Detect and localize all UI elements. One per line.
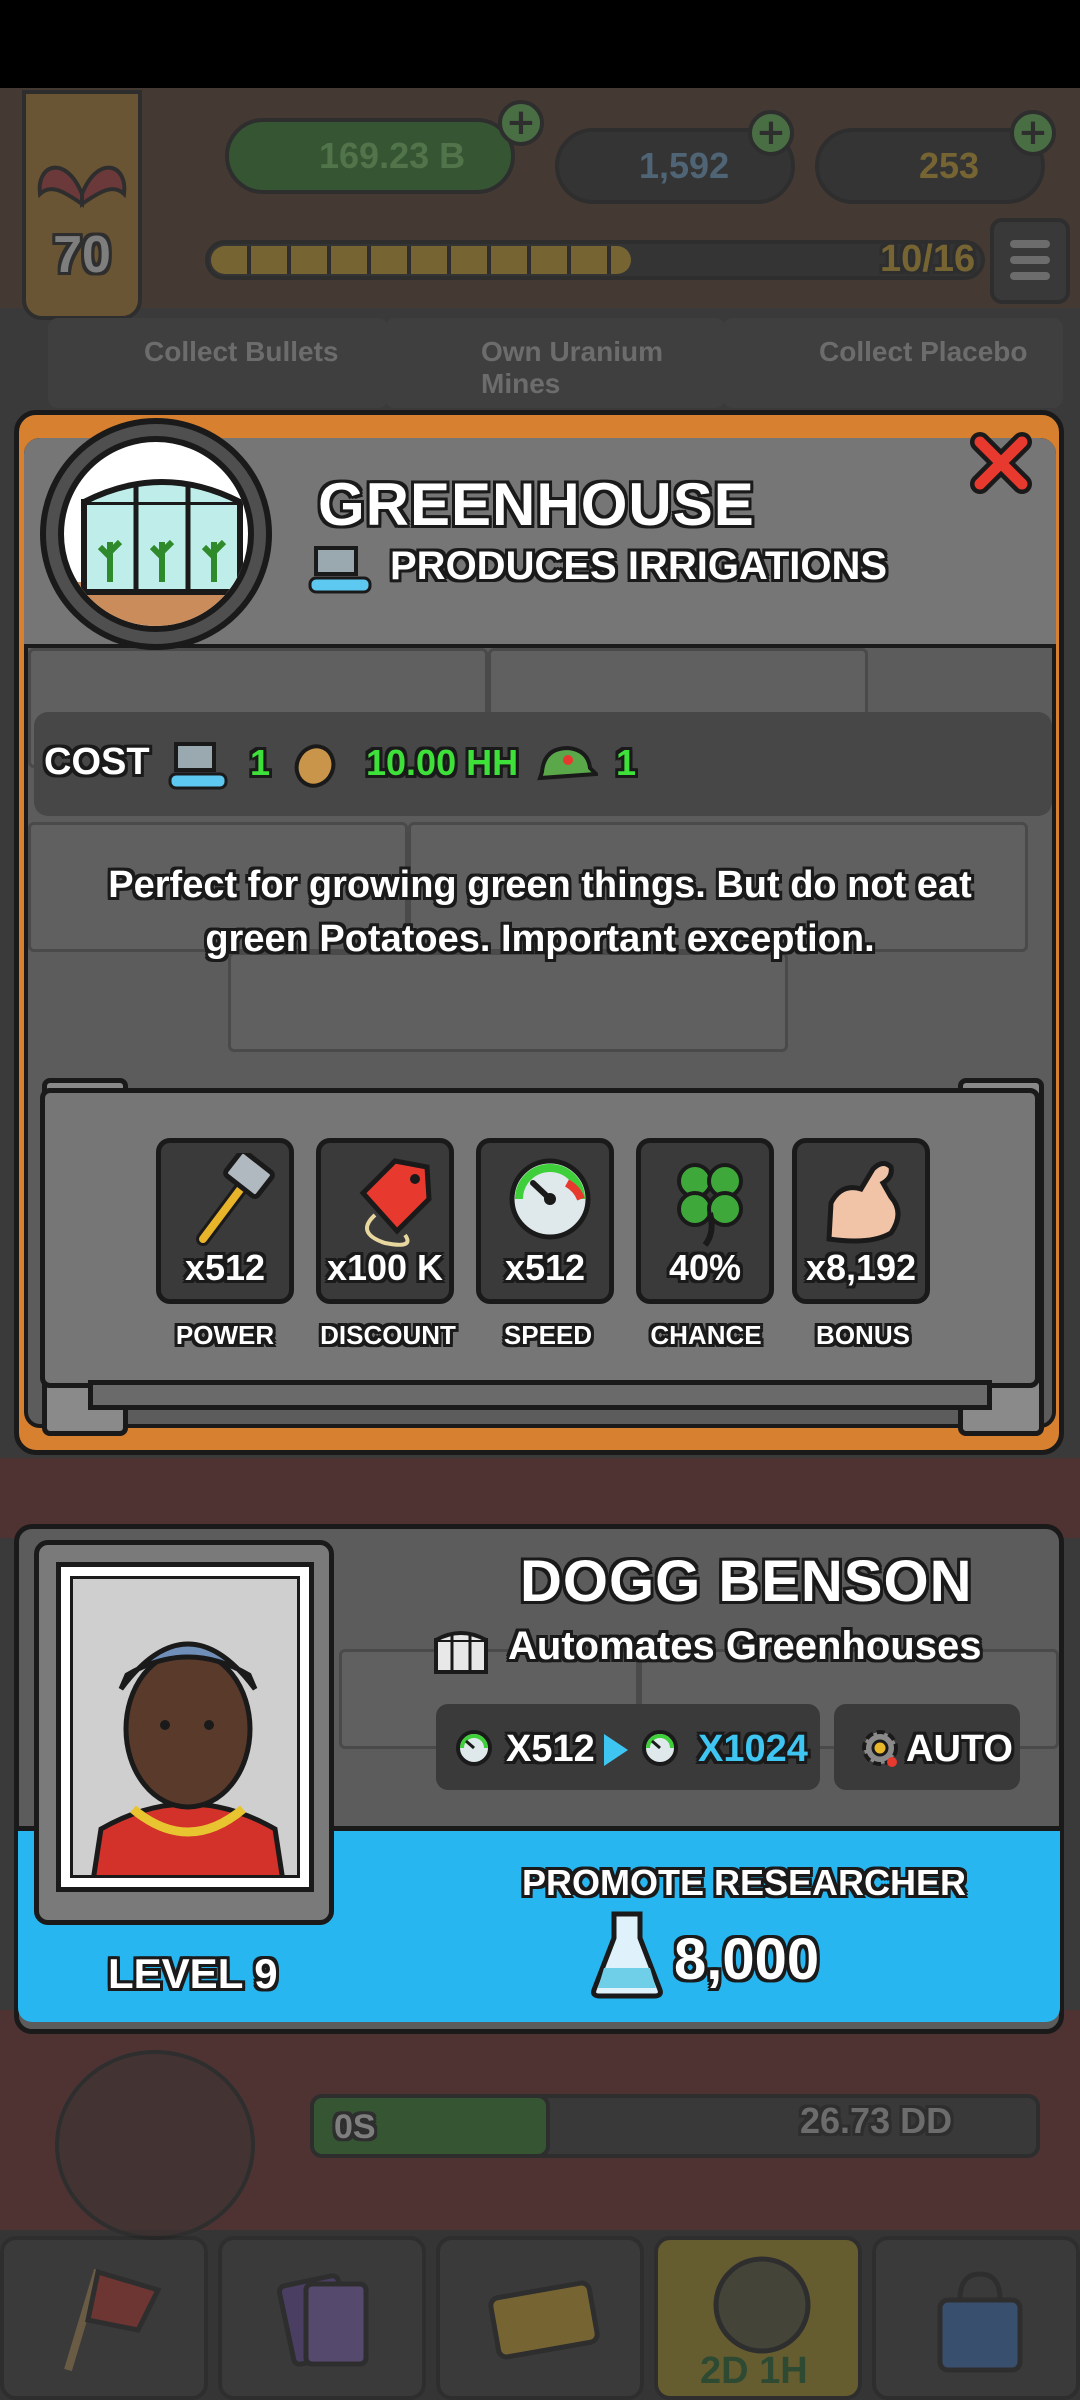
cash-counter[interactable]: 169.23 B: [225, 118, 515, 194]
mission-collect-placebo[interactable]: Collect Placebo: [723, 318, 1063, 408]
gear-icon: [862, 1730, 898, 1767]
mission-label: Collect Placebo: [819, 336, 1028, 367]
add-flask-button[interactable]: +: [748, 110, 794, 156]
cost-hat-value: 1: [616, 742, 637, 783]
cost-label: COST: [44, 741, 150, 783]
researcher-name: DOGG BENSON: [520, 1549, 973, 1614]
promote-label: PROMOTE RESEARCHER: [522, 1862, 967, 1903]
production-timer: 0S: [310, 2094, 550, 2158]
stat-chance: 40%: [636, 1138, 774, 1304]
promote-cost: 8,000: [674, 1927, 820, 1992]
speedometer-icon: [642, 1730, 678, 1766]
potato-icon: [294, 744, 336, 788]
nav-shop-button[interactable]: [872, 2236, 1080, 2400]
stat-power-label: POWER: [175, 1320, 275, 1350]
greenhouse-icon: [58, 436, 254, 632]
trident-icon: [713, 2256, 811, 2354]
irrigation-icon: [308, 546, 372, 594]
flask-icon: [591, 1911, 663, 1999]
price-tag-icon: [359, 1158, 432, 1247]
flag-icon: [64, 2268, 162, 2372]
add-cash-button[interactable]: +: [498, 100, 544, 146]
stat-bonus-value: x8,192: [805, 1247, 917, 1288]
arrow-right-icon: [604, 1734, 628, 1766]
speedometer-icon: [456, 1730, 492, 1766]
stat-bonus: x8,192: [792, 1138, 930, 1304]
stat-speed-label: SPEED: [503, 1320, 593, 1350]
building-description: Perfect for growing green things. But do…: [108, 864, 972, 960]
greenhouse-small-icon: [434, 1631, 488, 1674]
close-button[interactable]: [966, 428, 1036, 498]
stat-bonus-label: BONUS: [816, 1320, 910, 1350]
player-level: 70: [53, 226, 111, 284]
status-bar: [0, 0, 1080, 88]
muscle-icon: [826, 1161, 901, 1244]
flask-value: 1,592: [639, 145, 730, 186]
researcher-automates: Automates Greenhouses: [508, 1624, 982, 1668]
level-progress-text: 10/16: [880, 238, 976, 280]
auto-label: AUTO: [906, 1728, 1013, 1770]
stat-chance-label: CHANCE: [650, 1320, 762, 1350]
add-gold-button[interactable]: +: [1010, 110, 1056, 156]
irrigation-icon: [168, 742, 228, 790]
stat-discount: x100 K: [316, 1138, 454, 1304]
nav-ticket-button[interactable]: [436, 2236, 644, 2400]
speed-current: X512: [506, 1728, 595, 1770]
speed-next: X1024: [698, 1728, 808, 1770]
building-produces: PRODUCES IRRIGATIONS: [390, 544, 888, 588]
stat-discount-value: x100 K: [326, 1247, 444, 1288]
stat-speed: x512: [476, 1138, 614, 1304]
hammer-icon: [196, 1153, 275, 1246]
cost-irrigation-value: 1: [250, 742, 271, 783]
stat-speed-value: x512: [504, 1247, 586, 1288]
building-icon: [55, 2050, 255, 2240]
stat-power: x512: [156, 1138, 294, 1304]
mission-label: Own Uranium Mines: [481, 336, 664, 399]
cash-value: 169.23 B: [319, 135, 466, 176]
gold-value: 253: [919, 145, 980, 186]
close-icon: [970, 432, 1032, 494]
speedometer-icon: [509, 1158, 591, 1240]
ticket-icon: [488, 2280, 600, 2360]
mission-label: Collect Bullets: [144, 336, 339, 367]
event-timer: 2D 1H: [700, 2350, 808, 2392]
stats-board-base: [88, 1380, 992, 1410]
stat-power-value: x512: [184, 1247, 266, 1288]
clover-icon: [677, 1163, 743, 1247]
building-title: GREENHOUSE: [318, 471, 755, 538]
level-progress-fill: [211, 246, 631, 274]
menu-icon: [1010, 240, 1050, 248]
stat-chance-value: 40%: [668, 1247, 742, 1288]
mission-collect-bullets[interactable]: Collect Bullets: [48, 318, 388, 408]
nav-flag-button[interactable]: [0, 2236, 208, 2400]
cards-icon: [276, 2273, 369, 2367]
researcher-level: LEVEL 9: [108, 1950, 278, 1997]
production-value: 26.73 DD: [800, 2100, 953, 2141]
nav-cards-button[interactable]: [218, 2236, 426, 2400]
level-banner[interactable]: [22, 90, 142, 320]
menu-button[interactable]: [990, 218, 1070, 304]
researcher-portrait: [70, 1576, 300, 1878]
army-hat-icon: [537, 745, 598, 781]
cost-potato-value: 10.00 HH: [366, 742, 519, 783]
stat-discount-label: DISCOUNT: [320, 1320, 456, 1350]
shopping-bag-icon: [937, 2271, 1023, 2373]
mission-own-uranium[interactable]: Own Uranium Mines: [385, 318, 725, 408]
